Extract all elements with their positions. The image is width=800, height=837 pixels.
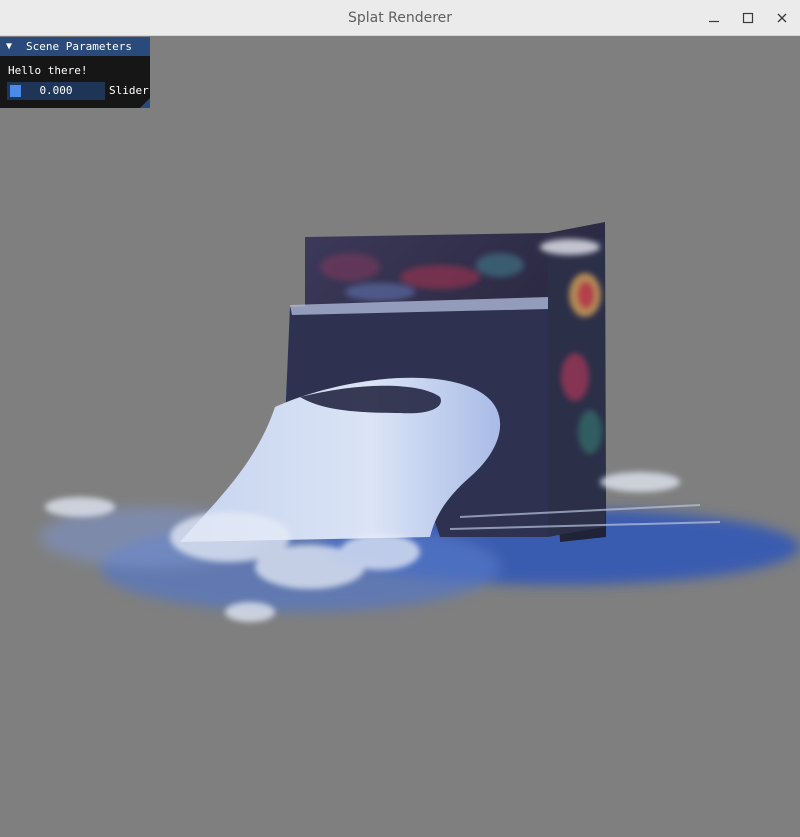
close-icon <box>777 13 787 23</box>
render-viewport[interactable] <box>0 37 800 837</box>
window-titlebar[interactable]: Splat Renderer <box>0 0 800 36</box>
resize-grip[interactable] <box>140 98 150 108</box>
splat-scene <box>40 222 800 622</box>
maximize-button[interactable] <box>736 6 760 30</box>
slider-value: 0.000 <box>39 84 73 97</box>
panel-title: Scene Parameters <box>26 40 132 53</box>
float-slider[interactable]: 0.000 <box>7 82 105 100</box>
panel-header[interactable]: ▼ Scene Parameters <box>0 37 150 56</box>
panel-text: Hello there! <box>8 64 88 77</box>
scene-parameters-panel[interactable]: ▼ Scene Parameters Hello there! 0.000 Sl… <box>0 37 150 108</box>
minimize-icon <box>709 20 719 23</box>
maximize-icon <box>742 12 754 24</box>
triangle-down-icon[interactable]: ▼ <box>6 37 12 56</box>
close-button[interactable] <box>770 6 794 30</box>
minimize-button[interactable] <box>702 6 726 30</box>
window-title: Splat Renderer <box>347 10 453 26</box>
